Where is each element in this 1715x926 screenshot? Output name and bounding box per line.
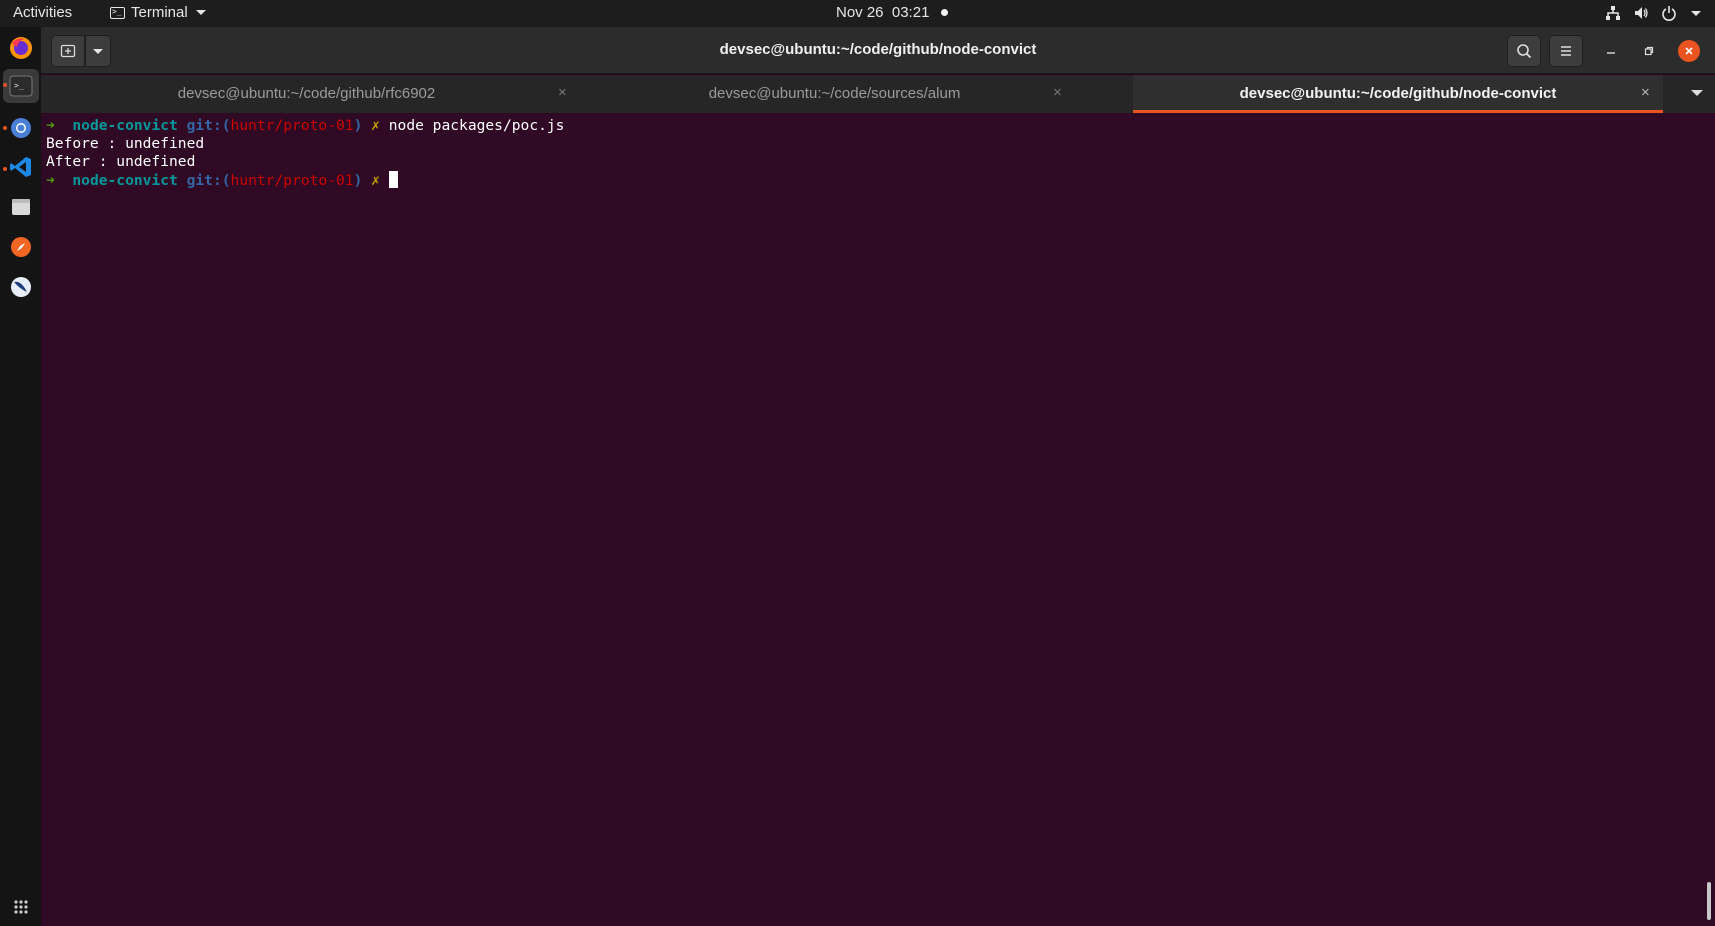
tab-alum[interactable]: devsec@ubuntu:~/code/sources/alum × xyxy=(572,75,1097,113)
dock: >_ xyxy=(0,27,41,926)
prompt-dirty-marker: ✗ xyxy=(371,172,380,189)
prompt-directory: node-convict xyxy=(72,172,178,189)
main-menu-button[interactable] xyxy=(1549,35,1583,67)
app-menu-label: Terminal xyxy=(131,4,188,21)
files-icon[interactable] xyxy=(8,194,34,220)
terminal-line-prompt: ➜ node-convict git:(huntr/proto-01) ✗ xyxy=(46,171,1715,189)
chevron-down-icon xyxy=(1691,10,1701,16)
terminal-window: devsec@ubuntu:~/code/github/node-convict… xyxy=(41,27,1715,926)
prompt-branch: huntr/proto-01 xyxy=(230,172,354,189)
tab-close-icon[interactable]: × xyxy=(1641,84,1650,101)
tabs-menu-chevron-icon[interactable] xyxy=(1691,90,1703,96)
tab-label: devsec@ubuntu:~/code/github/node-convict xyxy=(1239,85,1557,102)
prompt-arrow: ➜ xyxy=(46,172,55,189)
svg-text:>_: >_ xyxy=(14,81,24,90)
clock[interactable]: Nov 26 03:21 xyxy=(836,4,949,21)
chevron-down-icon xyxy=(195,10,206,15)
prompt-directory: node-convict xyxy=(72,117,178,134)
chromium-icon[interactable] xyxy=(8,115,34,141)
prompt-branch: huntr/proto-01 xyxy=(230,117,354,134)
header-bar: devsec@ubuntu:~/code/github/node-convict xyxy=(41,27,1715,74)
terminal-output-line: After : undefined xyxy=(46,153,196,170)
search-icon xyxy=(1517,44,1532,59)
restore-button[interactable] xyxy=(1639,41,1659,61)
minimize-button[interactable] xyxy=(1601,41,1621,61)
window-title: devsec@ubuntu:~/code/github/node-convict xyxy=(719,41,1037,58)
app-menu[interactable]: >_ Terminal xyxy=(110,4,206,21)
prompt-dirty-marker: ✗ xyxy=(371,117,380,134)
notification-dot-icon xyxy=(941,9,949,16)
tab-node-convict[interactable]: devsec@ubuntu:~/code/github/node-convict… xyxy=(1133,75,1663,113)
tab-close-icon[interactable]: × xyxy=(1053,84,1062,101)
tab-label: devsec@ubuntu:~/code/sources/alum xyxy=(708,85,961,102)
burp-icon[interactable] xyxy=(8,274,34,300)
terminal-app-icon: >_ xyxy=(110,6,125,19)
power-icon xyxy=(1662,6,1676,21)
terminal-output-line: Before : undefined xyxy=(46,135,205,152)
running-indicator-icon xyxy=(3,83,7,87)
prompt-git-prefix: git:( xyxy=(186,117,231,134)
top-bar: Activities >_ Terminal Nov 26 03:21 xyxy=(0,0,1715,27)
search-button[interactable] xyxy=(1507,35,1541,67)
prompt-git-suffix: ) xyxy=(353,117,363,134)
close-icon xyxy=(1685,47,1693,55)
terminal-line-command: ➜ node-convict git:(huntr/proto-01) ✗ no… xyxy=(46,117,1715,135)
system-tray[interactable] xyxy=(1605,5,1701,21)
clock-time: 03:21 xyxy=(891,4,930,21)
activities-button[interactable]: Activities xyxy=(13,4,72,21)
minimize-icon xyxy=(1607,52,1615,54)
app-grid-icon[interactable] xyxy=(8,894,34,920)
running-indicator-icon xyxy=(3,126,7,130)
terminal-icon[interactable]: >_ xyxy=(8,73,34,99)
vscode-icon[interactable] xyxy=(8,154,34,180)
prompt-git-suffix: ) xyxy=(353,172,363,189)
running-indicator-icon xyxy=(3,167,7,171)
restore-icon xyxy=(1644,46,1654,56)
clock-date: Nov 26 xyxy=(836,4,884,21)
close-button[interactable] xyxy=(1678,40,1700,62)
network-icon xyxy=(1606,6,1620,20)
compass-icon[interactable] xyxy=(8,234,34,260)
tab-rfc6902[interactable]: devsec@ubuntu:~/code/github/rfc6902 × xyxy=(41,75,572,113)
prompt-git-prefix: git:( xyxy=(186,172,231,189)
tab-close-icon[interactable]: × xyxy=(558,84,567,101)
tab-bar: devsec@ubuntu:~/code/github/rfc6902 × de… xyxy=(41,75,1715,113)
hamburger-icon xyxy=(1561,46,1571,56)
scrollbar[interactable] xyxy=(1707,882,1711,920)
firefox-icon[interactable] xyxy=(8,35,34,61)
volume-icon xyxy=(1635,7,1648,19)
terminal-cursor xyxy=(388,171,398,188)
prompt-arrow: ➜ xyxy=(46,117,55,134)
command-text: node packages/poc.js xyxy=(388,117,565,134)
tab-label: devsec@ubuntu:~/code/github/rfc6902 xyxy=(177,85,436,102)
terminal-output[interactable]: ➜ node-convict git:(huntr/proto-01) ✗ no… xyxy=(41,113,1715,926)
